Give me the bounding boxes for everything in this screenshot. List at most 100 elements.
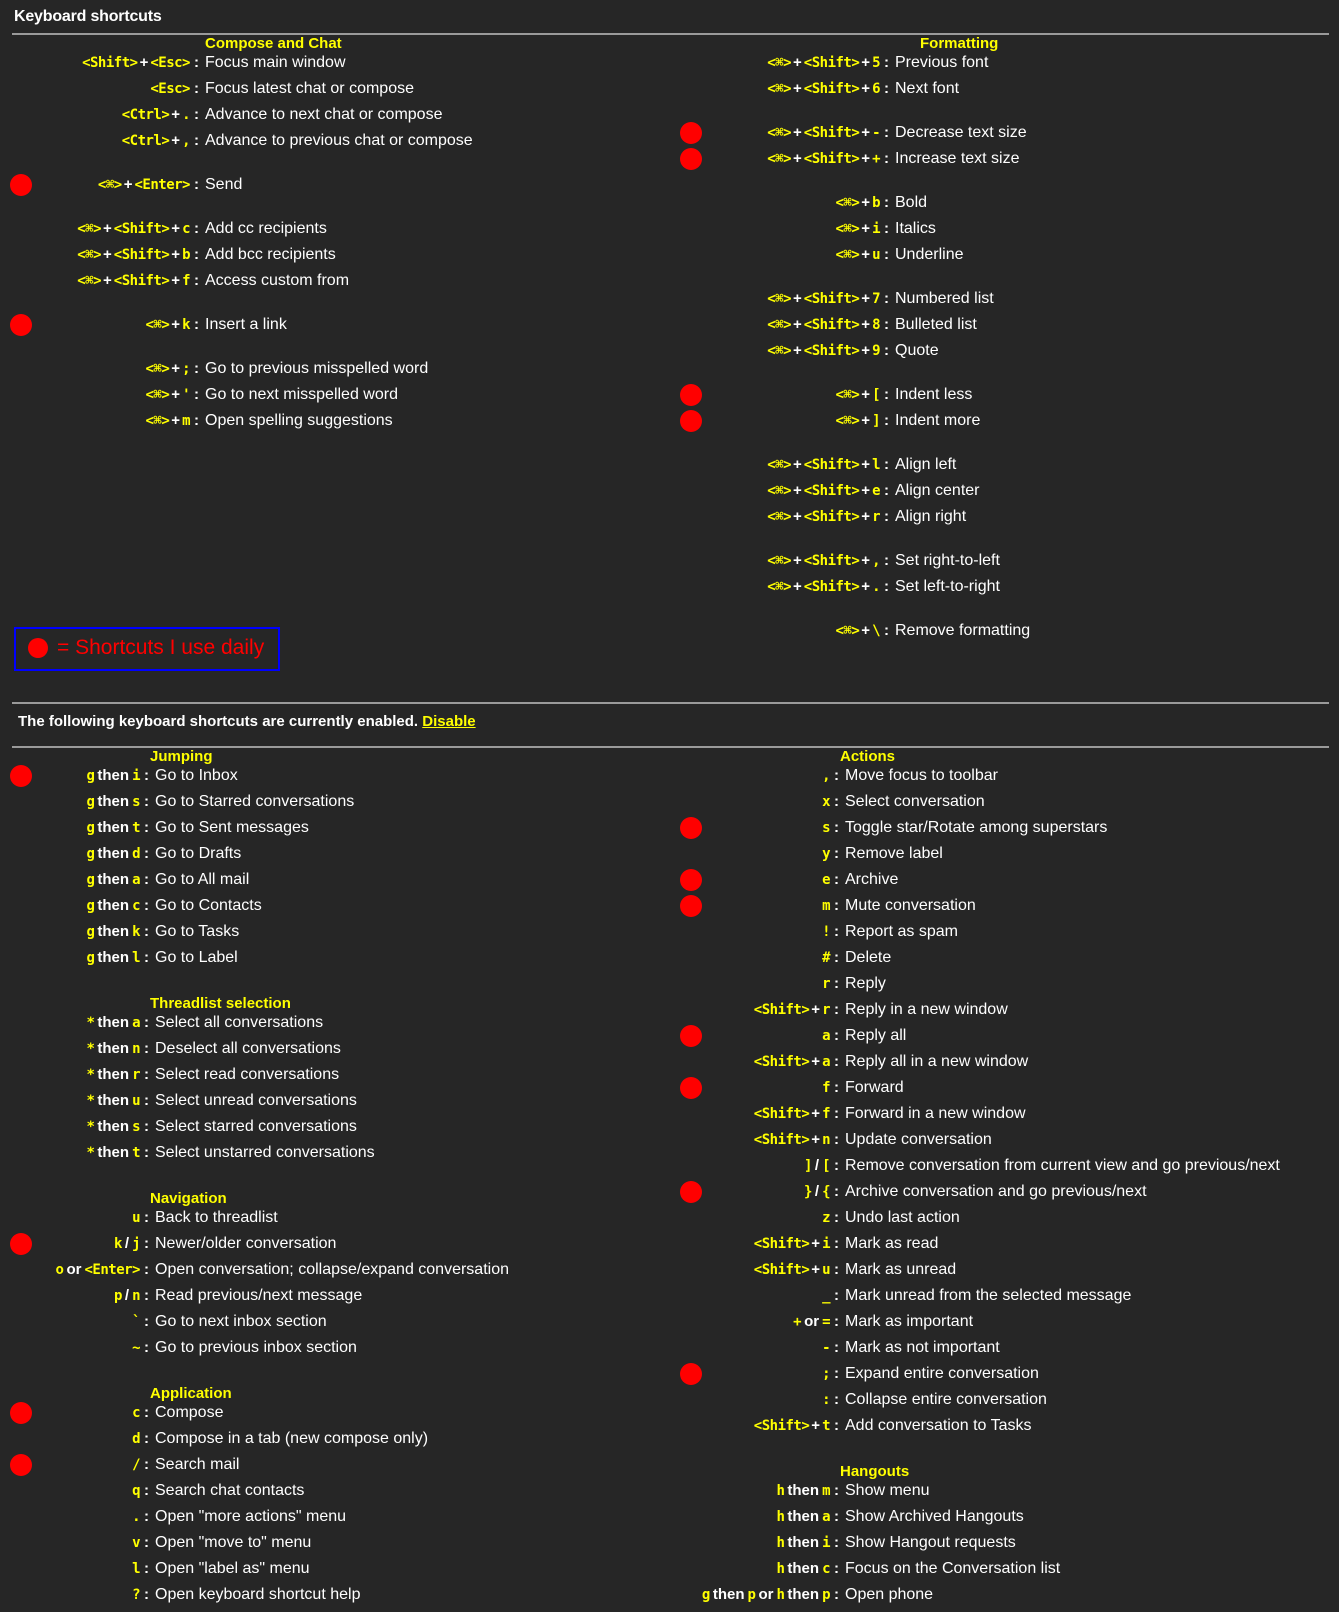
key-combo: <⌘> + <Shift> + + (767, 150, 880, 167)
key-plus-separator: + (861, 194, 871, 211)
key-combo: <⌘> + <Shift> + c (77, 220, 190, 237)
colon-separator: : (144, 1456, 149, 1473)
key-token: r (822, 1002, 830, 1018)
key-token: c (132, 1405, 140, 1421)
shortcut-description: Select all conversations (155, 1014, 324, 1031)
key-token: k (132, 924, 140, 940)
key-token: ` (132, 1314, 140, 1330)
shortcut-description: Collapse entire conversation (845, 1391, 1047, 1408)
colon-separator: : (144, 871, 149, 888)
key-token: u (872, 247, 880, 263)
shortcut-keys: <⌘> + k (10, 316, 194, 333)
key-combo: <⌘> + <Shift> + r (767, 508, 880, 525)
key-combo: <⌘> + <Shift> +7 (767, 290, 880, 307)
key-combo: p / n (114, 1287, 141, 1304)
colon-separator: : (194, 176, 199, 193)
key-token: t (132, 1145, 140, 1161)
shortcut-description: Reply in a new window (845, 1001, 1008, 1018)
top-shortcuts-block: Compose and Chat <Shift> + <Esc>: Focus mai… (0, 35, 1339, 695)
shortcut-description: Move focus to toolbar (845, 767, 998, 784)
key-plus-separator: + (861, 246, 871, 263)
shortcut-keys: ~ (10, 1339, 144, 1356)
key-token: c (822, 1561, 830, 1577)
colon-separator: : (144, 793, 149, 810)
key-plus-separator: + (861, 290, 871, 307)
shortcut-row: v: Open "move to" menu (10, 1534, 311, 1560)
shortcut-description: Mute conversation (845, 897, 976, 914)
key-token: 9 (872, 343, 880, 359)
shortcut-row: <⌘> + <Shift> + b: Add bcc recipients (10, 246, 336, 272)
key-token: . (872, 579, 880, 595)
key-token: <Shift> (753, 1132, 810, 1148)
key-combo: <⌘> + u (836, 246, 881, 263)
shortcut-keys: <⌘> + <Shift> + c (10, 220, 194, 237)
key-plus-separator: + (793, 482, 802, 499)
key-token: u (132, 1210, 140, 1226)
shortcut-row: e: Archive (680, 869, 898, 897)
daily-use-dot-icon (10, 314, 32, 336)
key-token: [ (872, 387, 880, 403)
shortcut-row: <⌘> + i: Italics (680, 220, 936, 246)
key-token: ? (132, 1587, 140, 1603)
key-plus-separator: + (171, 316, 181, 333)
key-token: <Shift> (803, 553, 860, 569)
key-token: u (132, 1093, 140, 1109)
key-token: <⌘> (97, 177, 122, 193)
key-plus-separator: + (171, 412, 181, 429)
daily-use-dot-icon (680, 1025, 702, 1047)
shortcut-row: <⌘> +;: Go to previous misspelled word (10, 360, 429, 386)
shortcut-row: !: Report as spam (680, 923, 958, 949)
colon-separator: : (834, 1560, 839, 1577)
legend-dot-icon (28, 638, 48, 658)
shortcut-description: Select unread conversations (155, 1092, 357, 1109)
key-token: <⌘> (767, 457, 792, 473)
key-combo: <⌘> + b (836, 194, 881, 211)
key-token: s (822, 820, 830, 836)
key-combo: <Shift> + <Esc> (82, 54, 190, 71)
key-token: <⌘> (767, 151, 792, 167)
key-token: <⌘> (767, 317, 792, 333)
colon-separator: : (194, 54, 199, 71)
key-plus-separator: + (793, 342, 802, 359)
key-combo: <⌘> + <Shift> +6 (767, 80, 880, 97)
key-token: f (822, 1080, 830, 1096)
shortcut-keys: e (680, 871, 834, 888)
shortcut-description: Open keyboard shortcut help (155, 1586, 361, 1603)
bottom-columns: Jumping g then i: Go to Inbox g then s: Go to St… (0, 748, 1339, 1612)
shortcut-keys: * then s (10, 1118, 144, 1135)
key-token: <Shift> (803, 81, 860, 97)
colon-separator: : (834, 897, 839, 914)
key-combo: <Shift> + a (754, 1053, 831, 1070)
shortcut-description: Compose (155, 1404, 224, 1421)
disable-shortcuts-link[interactable]: Disable (422, 713, 475, 730)
key-combo: d (132, 1430, 140, 1447)
key-plus-separator: + (861, 482, 871, 499)
key-token: <Shift> (803, 343, 860, 359)
colon-separator: : (834, 1235, 839, 1252)
key-combo: ; (822, 1365, 830, 1382)
shortcut-row: <⌘> + b: Bold (680, 194, 928, 220)
key-plus-separator: + (171, 360, 181, 377)
shortcut-keys: m (680, 897, 834, 914)
shortcut-row: <⌘> + <Shift> +.: Set left-to-right (680, 578, 1000, 604)
colon-separator: : (834, 1183, 839, 1200)
key-plus-separator: + (171, 220, 181, 237)
shortcut-keys: g then l (10, 949, 144, 966)
key-token: d (132, 1431, 140, 1447)
shortcut-row: <⌘> + ': Go to next misspelled word (10, 386, 398, 412)
key-combo: * then s (86, 1118, 140, 1135)
key-plus-separator: + (793, 80, 802, 97)
shortcut-keys: <⌘> + <Shift> +5 (680, 54, 884, 71)
colon-separator: : (194, 132, 199, 149)
daily-use-dot-icon (680, 869, 702, 891)
shortcut-description: Open conversation; collapse/expand conve… (155, 1261, 509, 1278)
shortcut-keys: <Esc> (10, 80, 194, 97)
colon-separator: : (144, 1313, 149, 1330)
colon-separator: : (834, 1365, 839, 1382)
shortcut-description: Align right (895, 508, 967, 525)
key-combo: * then u (86, 1092, 140, 1109)
key-plus-separator: + (811, 1261, 821, 1278)
shortcut-keys: <⌘> + b (680, 194, 884, 211)
colon-separator: : (884, 622, 889, 639)
shortcut-row: <Shift> + i: Mark as read (680, 1235, 939, 1261)
